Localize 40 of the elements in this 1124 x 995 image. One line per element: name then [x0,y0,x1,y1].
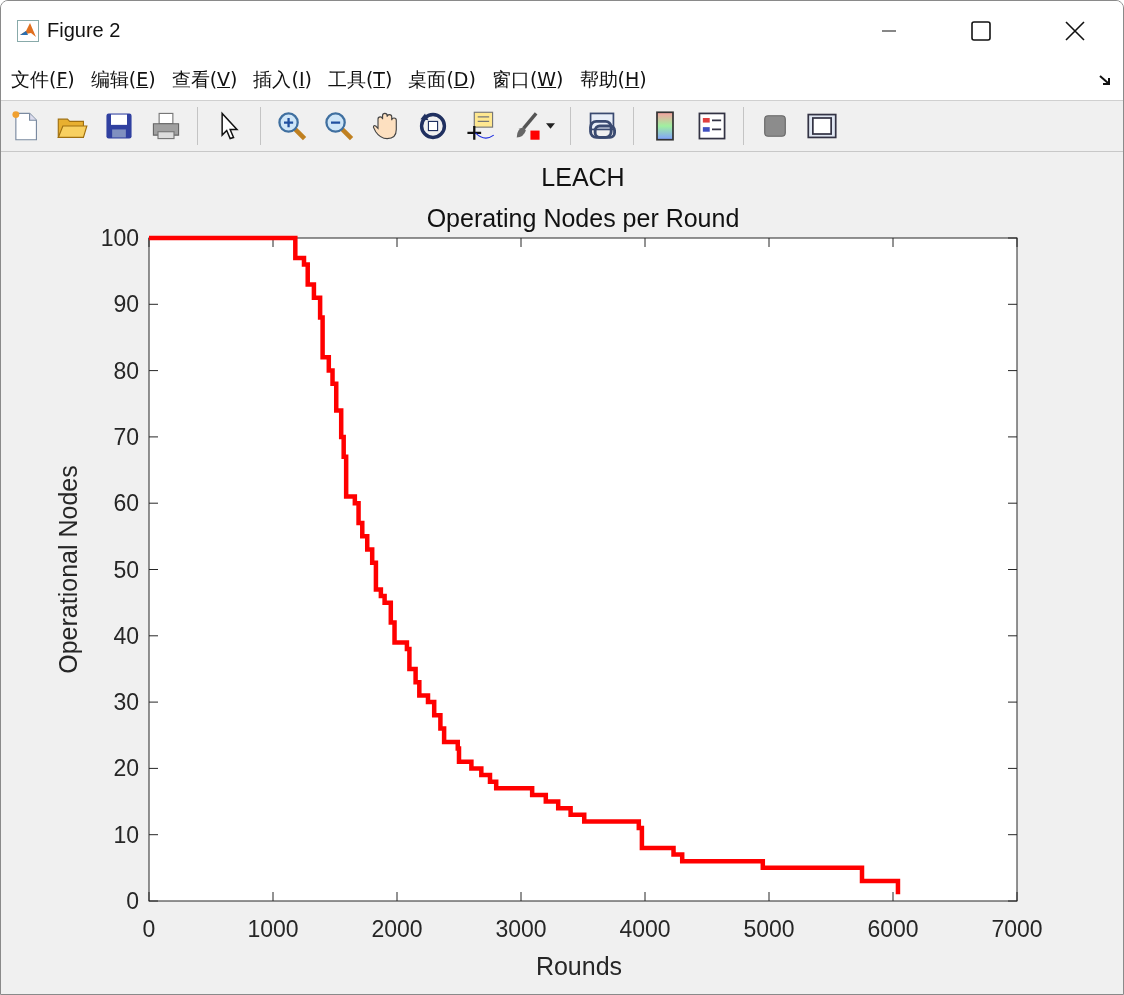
tick-label: 1000 [247,916,299,942]
menu-item[interactable]: 插入(I) [253,67,312,94]
tick-label: 3000 [495,916,547,942]
tick-label: 4000 [619,916,671,942]
menu-item[interactable]: 帮助(H) [579,67,647,94]
tick-label: 0 [126,888,139,914]
tick-label: 6000 [867,916,919,942]
menu-item[interactable]: 查看(V) [171,67,238,94]
menu-item[interactable]: 文件(F) [11,67,75,94]
tick-label: 0 [142,916,156,942]
tick-label: 30 [113,689,139,716]
data-cursor-icon[interactable] [464,110,496,143]
maximize-icon[interactable] [971,20,991,41]
zoom-in-icon[interactable] [276,110,308,143]
close-icon[interactable] [1065,20,1085,41]
tick-label: 50 [113,556,139,583]
menu-item[interactable]: 窗口(W) [491,67,564,94]
app-logo-icon [17,19,39,42]
menu-item[interactable]: 桌面(D) [408,67,476,94]
axis-label: Rounds [535,952,623,980]
menu-item[interactable]: 编辑(E) [90,67,156,94]
tick-label: 7000 [991,916,1043,942]
caret-icon[interactable] [546,123,555,130]
tick-label: 40 [113,622,139,649]
tick-label: 80 [113,357,139,384]
tick-label: 10 [113,821,139,848]
tick-label: 5000 [743,916,795,942]
axis-label: Operational Nodes [54,465,82,674]
tick-label: 100 [100,225,139,251]
tick-label: 20 [113,755,139,782]
tick-label: 90 [113,291,139,318]
tick-label: 70 [113,423,139,450]
tick-label: 60 [113,490,139,517]
window-title: Figure 2 [47,19,121,43]
menu-item[interactable]: 工具(T) [327,67,393,94]
dock-arrow-icon[interactable] [1099,74,1113,87]
tick-label: 2000 [371,916,423,942]
zoom-out-icon[interactable] [323,110,355,143]
chart-title: Operating Nodes per Round [426,204,740,232]
chart-title: LEACH [541,163,625,191]
